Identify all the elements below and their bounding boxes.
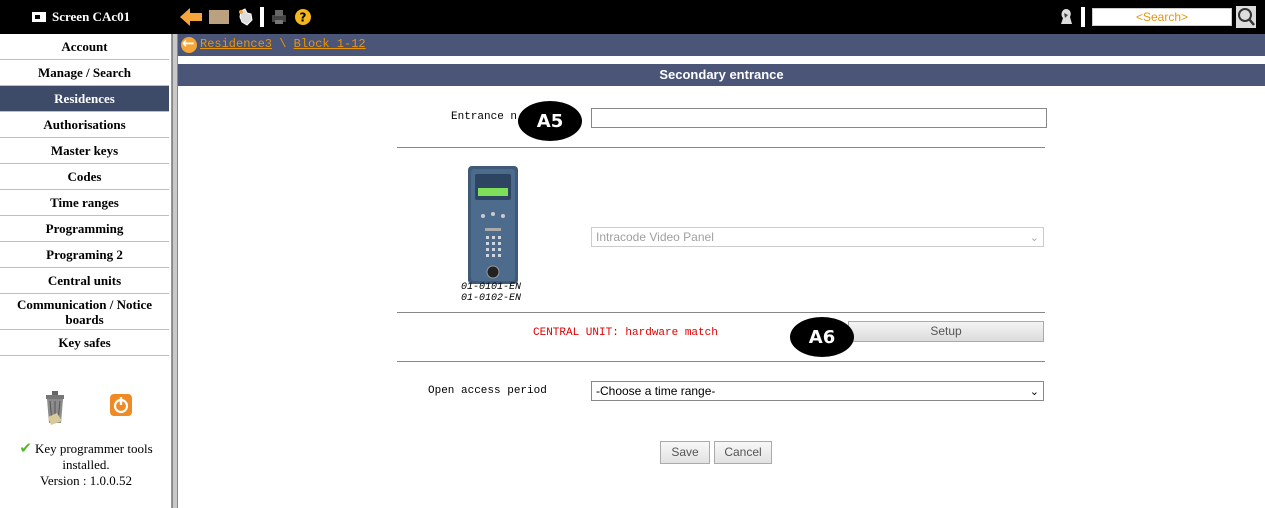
open-access-label: Open access period [428,385,547,397]
print-icon[interactable] [268,6,290,28]
status-text: Key programmer tools installed. [34,441,153,472]
sidebar-item-communication[interactable]: Communication / Notice boards [0,294,169,330]
sidebar-item-label: Account [61,39,108,54]
sidebar-item-time-ranges[interactable]: Time ranges [0,190,169,216]
sidebar-item-manage-search[interactable]: Manage / Search [0,60,169,86]
page-title: Secondary entrance [178,64,1265,86]
time-range-value: -Choose a time range- [596,384,716,398]
time-range-select[interactable]: -Choose a time range- ⌄ [591,381,1044,401]
device-references: 01-0101-EN 01-0102-EN [449,282,533,304]
sidebar-item-label: Authorisations [43,117,126,132]
toolbar-separator [1081,7,1085,27]
divider-line [397,147,1045,148]
back-arrow-icon[interactable] [178,6,204,28]
pointer-hand-icon[interactable] [234,6,256,28]
forward-icon[interactable] [206,6,232,28]
app-window: Screen CAc01 ? <Search> Account Manage /… [0,0,1265,508]
divider-line [397,361,1045,362]
user-icon[interactable] [1056,6,1076,28]
sidebar-item-account[interactable]: Account [0,34,169,60]
divider-line [397,312,1045,313]
search-icon[interactable] [1236,6,1256,28]
sidebar: Account Manage / Search Residences Autho… [0,34,172,508]
sidebar-item-programing-2[interactable]: Programing 2 [0,242,169,268]
breadcrumb-residence[interactable]: Residence3 [200,37,272,51]
sidebar-item-master-keys[interactable]: Master keys [0,138,169,164]
sidebar-item-label: Manage / Search [38,65,131,80]
device-ref: 01-0102-EN [460,293,521,304]
screen-label: Screen CAc01 [32,8,130,26]
video-panel-image [467,166,519,284]
save-button[interactable]: Save [660,441,710,464]
sidebar-item-label: Programing 2 [46,247,123,262]
chevron-down-icon: ⌄ [1029,231,1039,244]
sidebar-item-codes[interactable]: Codes [0,164,169,190]
hardware-status: CENTRAL UNIT: hardware match [533,327,718,339]
sidebar-item-label: Communication / Notice boards [16,296,153,327]
sidebar-item-label: Programming [45,221,124,236]
sidebar-item-label: Time ranges [50,195,119,210]
sidebar-item-label: Key safes [58,335,111,350]
cancel-button[interactable]: Cancel [714,441,772,464]
annotation-badge-a6: A6 [790,317,854,357]
sidebar-tools [0,383,169,433]
screen-icon [32,12,46,22]
sidebar-item-programming[interactable]: Programming [0,216,169,242]
panel-type-select[interactable]: Intracode Video Panel ⌄ [591,227,1044,247]
sidebar-item-residences[interactable]: Residences [0,86,169,112]
breadcrumb-separator: \ [272,37,294,51]
version-text: Version : 1.0.0.52 [39,473,133,488]
svg-text:?: ? [300,11,307,25]
entrance-name-input[interactable] [591,108,1047,128]
breadcrumb: Residence3 \ Block 1-12 [178,34,1265,56]
annotation-badge-a5: A5 [518,101,582,141]
breadcrumb-block[interactable]: Block 1-12 [294,37,366,51]
sidebar-item-label: Master keys [50,143,119,158]
sidebar-splitter[interactable] [172,34,178,508]
setup-button[interactable]: Setup [848,321,1044,342]
help-icon[interactable]: ? [292,6,314,28]
top-toolbar: Screen CAc01 ? <Search> [0,0,1265,34]
checkmark-icon: ✔ [19,441,32,457]
device-ref: 01-0101-EN [460,282,521,293]
sidebar-item-label: Residences [54,91,115,106]
sidebar-item-label: Central units [47,273,122,288]
status-message: ✔ Key programmer tools installed. Version… [0,441,172,489]
power-icon[interactable] [109,393,133,422]
recycle-bin-icon[interactable] [43,387,67,432]
search-input[interactable]: <Search> [1092,8,1232,26]
screen-label-text: Screen CAc01 [52,9,131,24]
sidebar-item-authorisations[interactable]: Authorisations [0,112,169,138]
toolbar-separator [260,7,264,27]
sidebar-item-key-safes[interactable]: Key safes [0,330,169,356]
sidebar-item-central-units[interactable]: Central units [0,268,169,294]
chevron-down-icon: ⌄ [1029,385,1039,398]
entrance-name-label: Entrance n [451,111,518,123]
panel-type-value: Intracode Video Panel [596,230,714,244]
sidebar-item-label: Codes [67,169,102,184]
back-circle-icon[interactable] [181,34,197,53]
